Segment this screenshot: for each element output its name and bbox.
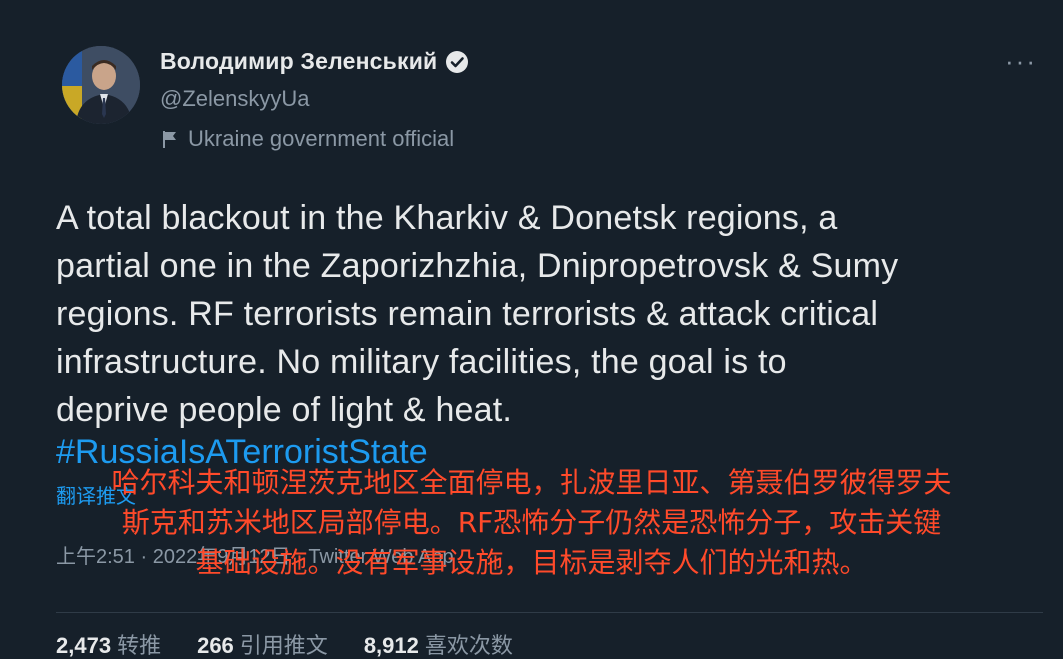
tweet-line: deprive people of light & heat.: [56, 391, 513, 429]
verified-badge-icon: [445, 50, 469, 74]
retweet-label: 转推: [117, 633, 162, 658]
tweet-text: A total blackout in the Kharkiv & Donets…: [56, 194, 1046, 434]
user-handle[interactable]: @ZelenskyyUa: [160, 86, 310, 112]
label-text: Ukraine government official: [188, 126, 455, 151]
tweet-header: Володимир Зеленський @ZelenskyyUa Ukrain…: [56, 40, 1043, 160]
translation-overlay-line: 斯克和苏米地区局部停电。RF恐怖分子仍然是恐怖分子，攻击关键: [121, 506, 942, 539]
quote-label: 引用推文: [239, 633, 328, 658]
quotes-stat[interactable]: 266 引用推文: [197, 628, 328, 659]
display-name[interactable]: Володимир Зеленський: [160, 48, 437, 75]
name-row: Володимир Зеленський: [160, 48, 469, 75]
government-label[interactable]: Ukraine government official: [160, 126, 454, 152]
avatar-image: [62, 46, 140, 124]
translation-overlay-line: 哈尔科夫和顿涅茨克地区全面停电，扎波里日亚、第聂伯罗彼得罗夫: [111, 466, 952, 499]
retweets-stat[interactable]: 2,473 转推: [56, 628, 161, 659]
tweet-line: infrastructure. No military facilities, …: [56, 343, 787, 381]
like-label: 喜欢次数: [424, 633, 513, 658]
divider: [56, 612, 1043, 613]
retweet-count: 2,473: [56, 633, 112, 658]
tweet-line: A total blackout in the Kharkiv & Donets…: [56, 199, 838, 237]
translation-overlay-line: 基础设施。没有军事设施，目标是剥夺人们的光和热。: [195, 546, 868, 579]
tweet-line: partial one in the Zaporizhzhia, Dniprop…: [56, 247, 899, 285]
likes-stat[interactable]: 8,912 喜欢次数: [364, 628, 513, 659]
tweet-line: regions. RF terrorists remain terrorists…: [56, 295, 879, 333]
tweet-card: Володимир Зеленський @ZelenskyyUa Ukrain…: [0, 0, 1063, 659]
flag-icon: [160, 129, 180, 149]
avatar[interactable]: [62, 46, 140, 124]
like-count: 8,912: [363, 633, 419, 658]
engagement-stats: 2,473 转推 266 引用推文 8,912 喜欢次数: [56, 628, 513, 659]
more-options-icon[interactable]: ···: [1005, 46, 1037, 77]
quote-count: 266: [197, 633, 234, 658]
